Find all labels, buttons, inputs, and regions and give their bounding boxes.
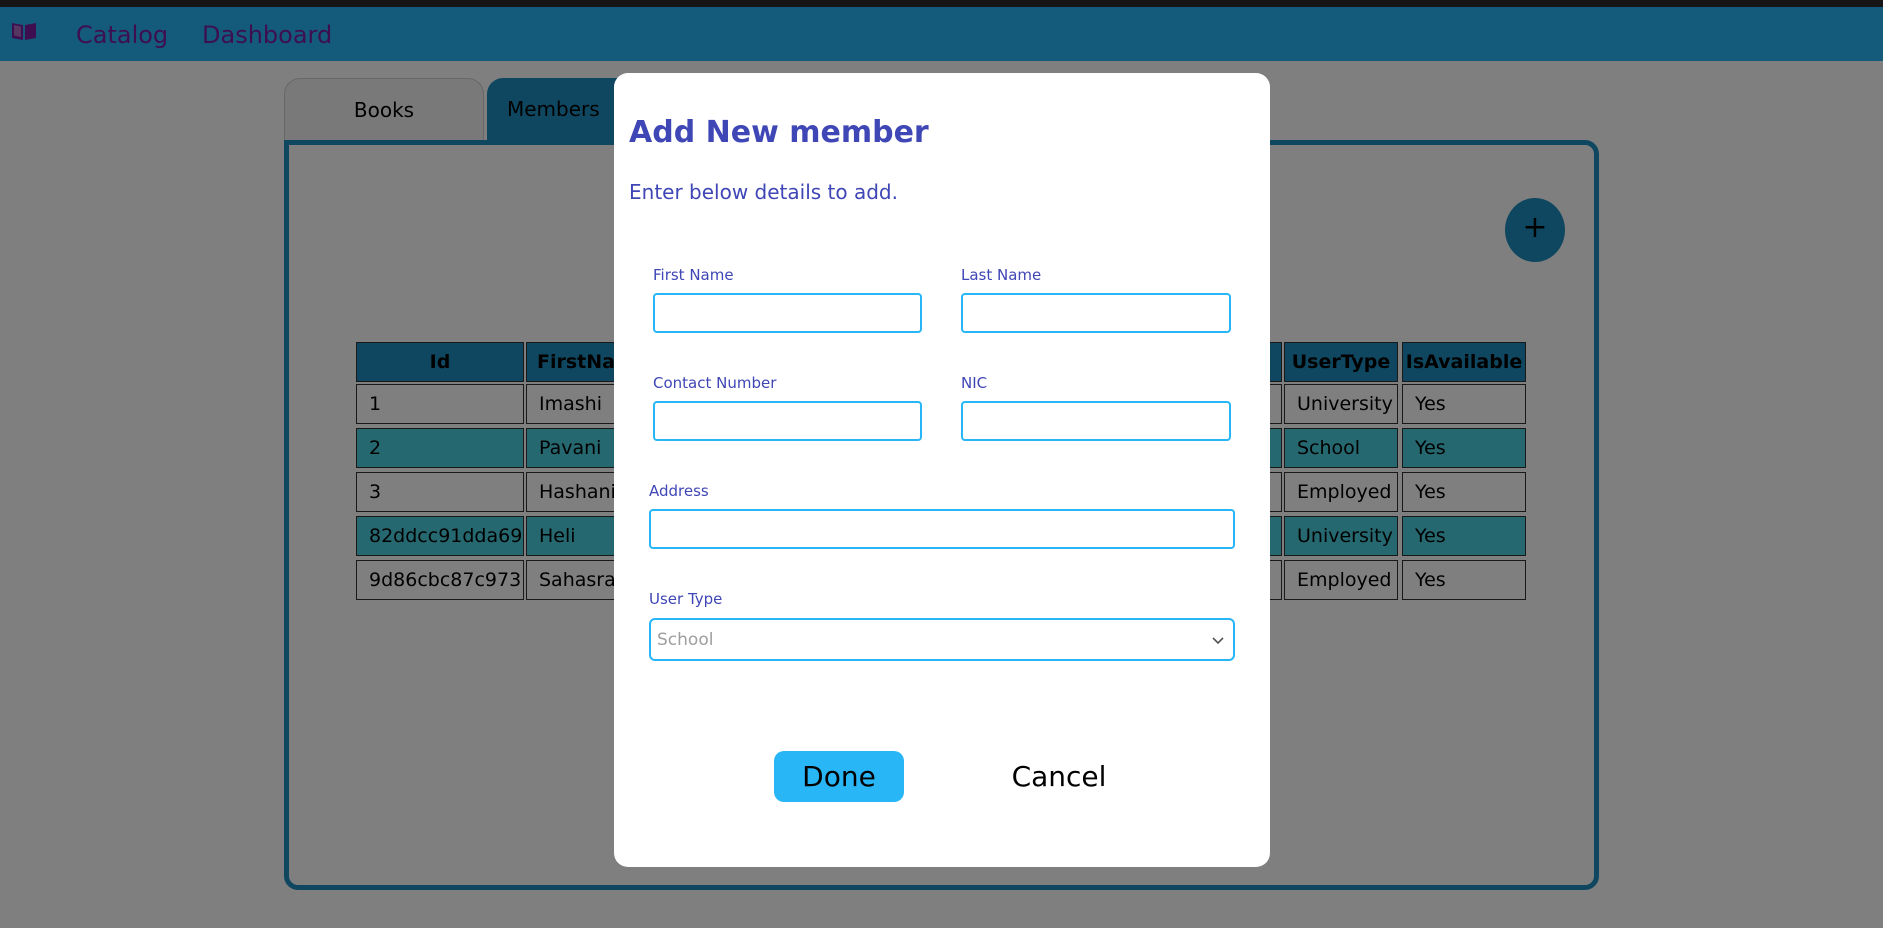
first-name-input[interactable] [653,293,922,333]
page: Catalog Dashboard Books Members + Id Fir… [0,0,1883,928]
last-name-label: Last Name [961,266,1042,284]
dialog-title: Add New member [629,115,929,150]
address-input[interactable] [649,509,1235,549]
user-type-label: User Type [649,590,723,608]
user-type-selected-value: School [657,629,714,650]
last-name-input[interactable] [961,293,1231,333]
nic-label: NIC [961,374,988,392]
done-button[interactable]: Done [774,751,904,802]
first-name-label: First Name [653,266,734,284]
user-type-select[interactable]: School [649,618,1235,661]
chevron-down-icon [1212,637,1224,645]
contact-number-label: Contact Number [653,374,777,392]
address-label: Address [649,482,709,500]
dialog-subtitle: Enter below details to add. [629,180,898,204]
nic-input[interactable] [961,401,1231,441]
add-member-dialog: Add New member Enter below details to ad… [614,73,1270,867]
cancel-button[interactable]: Cancel [984,751,1134,802]
contact-number-input[interactable] [653,401,922,441]
